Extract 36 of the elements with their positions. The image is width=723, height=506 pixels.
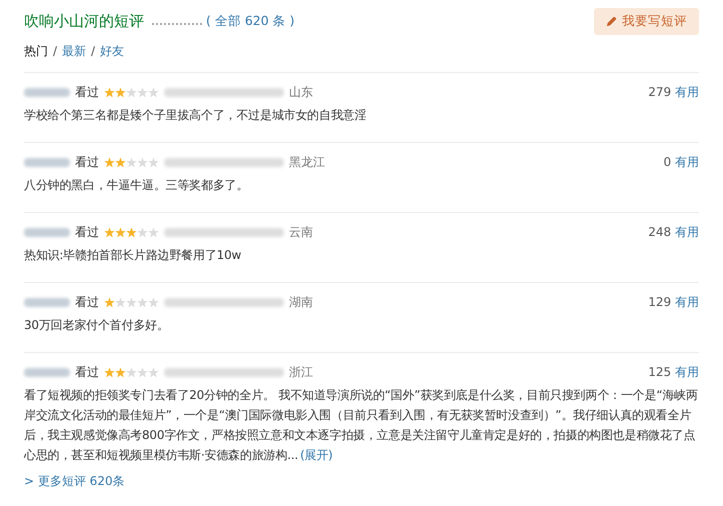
helpful-votes[interactable]: 248 有用: [648, 224, 699, 240]
review-text: 看了短视频的拒领奖专门去看了20分钟的全片。 我不知道导演所说的“国外”获奖到底是什么奖，目前只搜到两个：一个是“海峡两岸交流文化活动的最佳短片”，一个是“澳门国际微电影入围（目前只看到入围，有无获奖暂时没查到）”。我仔细认真的观看全片后，我主观感觉像高考800字作文，严格按照立意和文本逐字拍摄，立意是关注留守儿童肯定是好的，拍摄的构图也是稍微花了点心思的，甚至和短视频里模仿韦斯·安德森的旅游构... (展开): [24, 387, 699, 464]
helpful-votes[interactable]: 129 有用: [648, 294, 699, 310]
blurred-username: [24, 228, 70, 236]
watched-label: 看过: [75, 364, 99, 380]
review-location: 湖南: [289, 294, 313, 310]
review-text: 热知识:毕赣拍首部长片路边野餐用了10w: [24, 247, 242, 264]
sort-tab[interactable]: 热门: [24, 42, 48, 60]
review-location: 浙江: [289, 364, 313, 380]
review-location: 山东: [289, 84, 313, 100]
watched-label: 看过: [75, 154, 99, 170]
helpful-votes[interactable]: 125 有用: [648, 364, 699, 380]
blurred-username: [24, 368, 70, 376]
expand-link[interactable]: (展开): [300, 448, 333, 462]
helpful-votes[interactable]: 0 有用: [664, 154, 699, 170]
review-text: 八分钟的黑白，牛逼牛逼。三等奖都多了。: [24, 177, 250, 194]
section-title: 吹响小山河的短评: [24, 12, 144, 30]
watched-label: 看过: [75, 84, 99, 100]
blurred-username: [24, 88, 70, 96]
sort-tab[interactable]: 好友: [100, 42, 124, 60]
pencil-icon: [606, 16, 617, 26]
review-location: 黑龙江: [289, 154, 325, 170]
blurred-username: [24, 298, 70, 306]
more-reviews-link[interactable]: > 更多短评 620条: [24, 473, 699, 490]
blurred-username: [24, 158, 70, 166]
review-text: 30万回老家付个首付多好。: [24, 317, 170, 334]
all-reviews-link[interactable]: ( 全部 620 条 ): [206, 12, 295, 30]
dotted-leader: [152, 23, 202, 25]
watched-label: 看过: [75, 294, 99, 310]
watched-label: 看过: [75, 224, 99, 240]
review-location: 云南: [289, 224, 313, 240]
tab-separator: /: [53, 44, 58, 58]
sort-tab[interactable]: 最新: [62, 42, 86, 60]
helpful-votes[interactable]: 279 有用: [648, 84, 699, 100]
review-text: 学校给个第三名都是矮个子里拔高个了，不过是城市女的自我意淫: [24, 107, 368, 124]
tab-separator: /: [91, 44, 96, 58]
